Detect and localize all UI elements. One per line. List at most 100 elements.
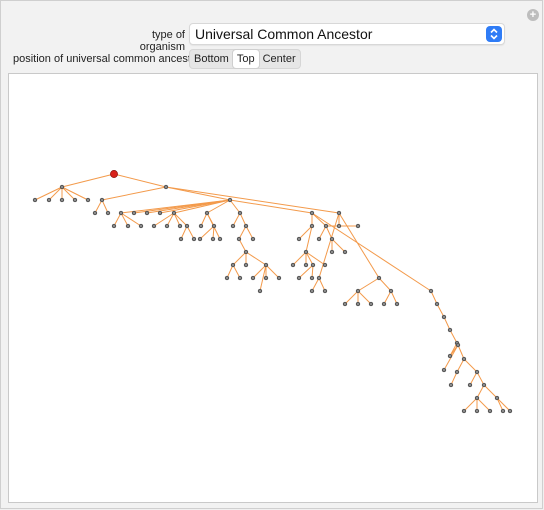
tree-node xyxy=(138,223,144,229)
tree-node xyxy=(144,210,150,216)
position-option-top[interactable]: Top xyxy=(232,50,259,68)
tree-node xyxy=(461,408,467,414)
tree-node xyxy=(316,236,322,242)
tree-node xyxy=(230,223,236,229)
tree-node xyxy=(105,210,111,216)
tree-node xyxy=(309,288,315,294)
tree-node xyxy=(507,408,513,414)
tree-node xyxy=(342,249,348,255)
tree-node xyxy=(309,275,315,281)
tree-node xyxy=(198,223,204,229)
tree-edge xyxy=(463,397,478,412)
tree-node xyxy=(85,197,91,203)
tree-node xyxy=(342,301,348,307)
tree-node xyxy=(355,301,361,307)
tree-node xyxy=(236,236,242,242)
tree-node xyxy=(448,382,454,388)
position-option-bottom[interactable]: Bottom xyxy=(190,50,233,68)
tree-node xyxy=(394,301,400,307)
tree-node xyxy=(151,223,157,229)
tree-edge xyxy=(305,225,313,253)
tree-edge xyxy=(245,225,254,240)
tree-node xyxy=(276,275,282,281)
tree-node xyxy=(303,249,309,255)
tree-node xyxy=(474,408,480,414)
tree-node xyxy=(263,262,269,268)
tree-edge xyxy=(305,251,326,266)
tree-node xyxy=(237,210,243,216)
tree-edge xyxy=(238,225,247,240)
tree-node xyxy=(204,210,210,216)
tree-edge xyxy=(229,199,241,214)
tree-node xyxy=(323,223,329,229)
tree-node xyxy=(59,184,65,190)
tree-node xyxy=(296,275,302,281)
tree-node xyxy=(461,356,467,362)
tree-node xyxy=(164,223,170,229)
tree-node xyxy=(474,395,480,401)
tree-node xyxy=(381,301,387,307)
organism-select[interactable]: Universal Common Ancestor xyxy=(189,23,505,45)
tree-edge xyxy=(165,186,231,201)
tree-node xyxy=(250,275,256,281)
tree-edge xyxy=(232,212,241,227)
tree-node xyxy=(243,249,249,255)
tree-node xyxy=(481,382,487,388)
position-segmented-control: Bottom Top Center xyxy=(189,49,301,69)
tree-edge xyxy=(245,251,267,266)
position-label: position of universal common ancestor xyxy=(13,53,201,65)
tree-edge xyxy=(357,277,380,292)
tree-node xyxy=(441,367,447,373)
tree-node xyxy=(322,262,328,268)
tree-edge xyxy=(232,264,241,279)
tree-canvas xyxy=(8,73,538,503)
tree-node xyxy=(92,210,98,216)
tree-edge xyxy=(483,384,498,399)
tree-node xyxy=(434,301,440,307)
tree-edge xyxy=(383,290,392,305)
tree-edge xyxy=(265,264,280,279)
tree-node xyxy=(388,288,394,294)
tree-node xyxy=(454,369,460,375)
phylogenetic-tree xyxy=(32,170,513,414)
tree-edge xyxy=(229,199,313,214)
tree-node xyxy=(157,210,163,216)
tree-node xyxy=(230,262,236,268)
tree-node xyxy=(487,408,493,414)
organism-label: type of organism xyxy=(139,29,185,53)
tree-edge xyxy=(318,225,327,240)
plus-circle-icon[interactable]: + xyxy=(527,9,539,21)
tree-node xyxy=(316,275,322,281)
tree-node xyxy=(455,342,461,348)
tree-node xyxy=(447,353,453,359)
tree-node xyxy=(131,210,137,216)
tree-node xyxy=(125,223,131,229)
tree-node xyxy=(197,236,203,242)
position-option-center[interactable]: Center xyxy=(259,50,300,68)
tree-edge xyxy=(48,186,63,201)
tree-edge xyxy=(457,344,465,360)
tree-node xyxy=(500,408,506,414)
tree-edge xyxy=(476,397,491,412)
tree-node xyxy=(32,197,38,203)
tree-node xyxy=(99,197,105,203)
tree-node xyxy=(118,210,124,216)
tree-node xyxy=(250,236,256,242)
tree-node xyxy=(290,262,296,268)
tree-edge xyxy=(476,384,485,399)
tree-node xyxy=(111,223,117,229)
tree-node xyxy=(243,223,249,229)
tree-node xyxy=(336,210,342,216)
tree-node xyxy=(428,288,434,294)
tree-node xyxy=(177,223,183,229)
tree-edge xyxy=(94,199,103,214)
tree-node xyxy=(309,210,315,216)
manipulate-panel: + type of organism Universal Common Ance… xyxy=(0,0,543,509)
tree-edge xyxy=(238,238,247,253)
tree-node xyxy=(171,210,177,216)
tree-edge xyxy=(344,290,359,305)
tree-node xyxy=(46,197,52,203)
tree-node xyxy=(184,223,190,229)
tree-edge xyxy=(456,358,465,373)
tree-node xyxy=(163,184,169,190)
